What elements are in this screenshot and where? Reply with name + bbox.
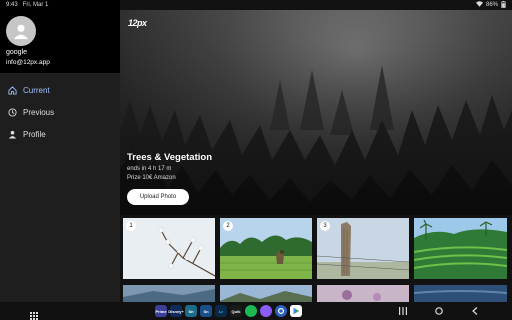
nav-label-current: Current (23, 85, 50, 95)
photo-card[interactable] (414, 285, 507, 302)
rank-badge: 1 (126, 221, 136, 231)
photo-card[interactable] (317, 285, 409, 302)
nav-item-current[interactable]: Current (0, 79, 120, 101)
landscape-photo (123, 285, 215, 302)
main-content: 12px Trees & Vegetation ends in 4 h 17 m… (120, 0, 512, 302)
photo-card[interactable] (414, 218, 507, 279)
drawer-nav: Current Previous Profile (0, 73, 120, 145)
wifi-icon (475, 1, 483, 9)
quik-icon[interactable]: Quik (230, 305, 242, 317)
status-time: 9:43 (6, 2, 18, 8)
home-icon (7, 85, 17, 95)
challenge-time-left: ends in 4 h 17 m (127, 166, 172, 172)
challenge-prize: Prize 10€ Amazon (127, 175, 176, 181)
settings-icon[interactable] (275, 305, 287, 317)
status-bar: 9:43 Fri, Mar 1 86% (0, 0, 512, 10)
photo-card[interactable] (123, 285, 215, 302)
photo-card[interactable]: 1 (123, 218, 215, 279)
recents-button[interactable] (398, 306, 408, 316)
mountain-photo (220, 285, 312, 302)
account-email: info@12px.app (6, 59, 50, 66)
status-date: Fri, Mar 1 (22, 2, 49, 8)
nav-label-profile: Profile (23, 129, 46, 139)
system-taskbar: Prime Disney+ Sn Sn Lr Quik (0, 302, 512, 320)
photo-card[interactable]: 3 (317, 218, 409, 279)
rank-badge: 3 (320, 221, 330, 231)
app-drawer-icon[interactable] (30, 307, 38, 320)
lightroom-icon[interactable]: Lr (215, 305, 227, 317)
drawer-header: google info@12px.app (0, 0, 120, 73)
nav-label-previous: Previous (23, 107, 55, 117)
nav-item-profile[interactable]: Profile (0, 123, 120, 145)
samsung-notes-icon[interactable]: Sn (185, 305, 197, 317)
navigation-drawer: google info@12px.app Current Previous Pr… (0, 0, 120, 302)
rank-badge: 2 (223, 221, 233, 231)
nav-item-previous[interactable]: Previous (0, 101, 120, 123)
sea-photo (414, 285, 507, 302)
upload-photo-button[interactable]: Upload Photo (127, 189, 189, 205)
app-logo: 12px (128, 18, 147, 28)
person-icon (7, 129, 17, 139)
messenger-icon[interactable] (260, 305, 272, 317)
challenge-title: Trees & Vegetation (127, 152, 213, 163)
rice-field-photo (220, 218, 312, 279)
back-button[interactable] (470, 306, 480, 316)
photo-card[interactable]: 2 (220, 218, 312, 279)
home-button[interactable] (434, 306, 444, 316)
recents-icon (399, 307, 407, 315)
disney-plus-icon[interactable]: Disney+ (168, 305, 184, 317)
account-name: google (6, 49, 28, 56)
history-icon (7, 107, 17, 117)
battery-icon (501, 0, 506, 10)
pinned-apps: Prime Disney+ Sn Sn Lr Quik (155, 305, 302, 317)
home-circle-icon (435, 307, 443, 315)
battery-level: 86% (485, 2, 498, 8)
person-avatar-icon (13, 24, 29, 40)
forest-background-image (120, 10, 512, 215)
prime-video-icon[interactable]: Prime (155, 305, 167, 317)
chevron-left-icon (472, 307, 478, 315)
blossom-branch-photo (158, 227, 215, 277)
photo-card[interactable] (220, 285, 312, 302)
fence-post-photo (317, 218, 409, 279)
avatar[interactable] (6, 16, 36, 46)
samsung-app-icon[interactable]: Sn (200, 305, 212, 317)
flower-photo (317, 285, 409, 302)
challenge-hero: 12px Trees & Vegetation ends in 4 h 17 m… (120, 10, 512, 215)
rice-terraces-photo (414, 218, 507, 279)
play-store-icon[interactable] (290, 305, 302, 317)
spotify-icon[interactable] (245, 305, 257, 317)
